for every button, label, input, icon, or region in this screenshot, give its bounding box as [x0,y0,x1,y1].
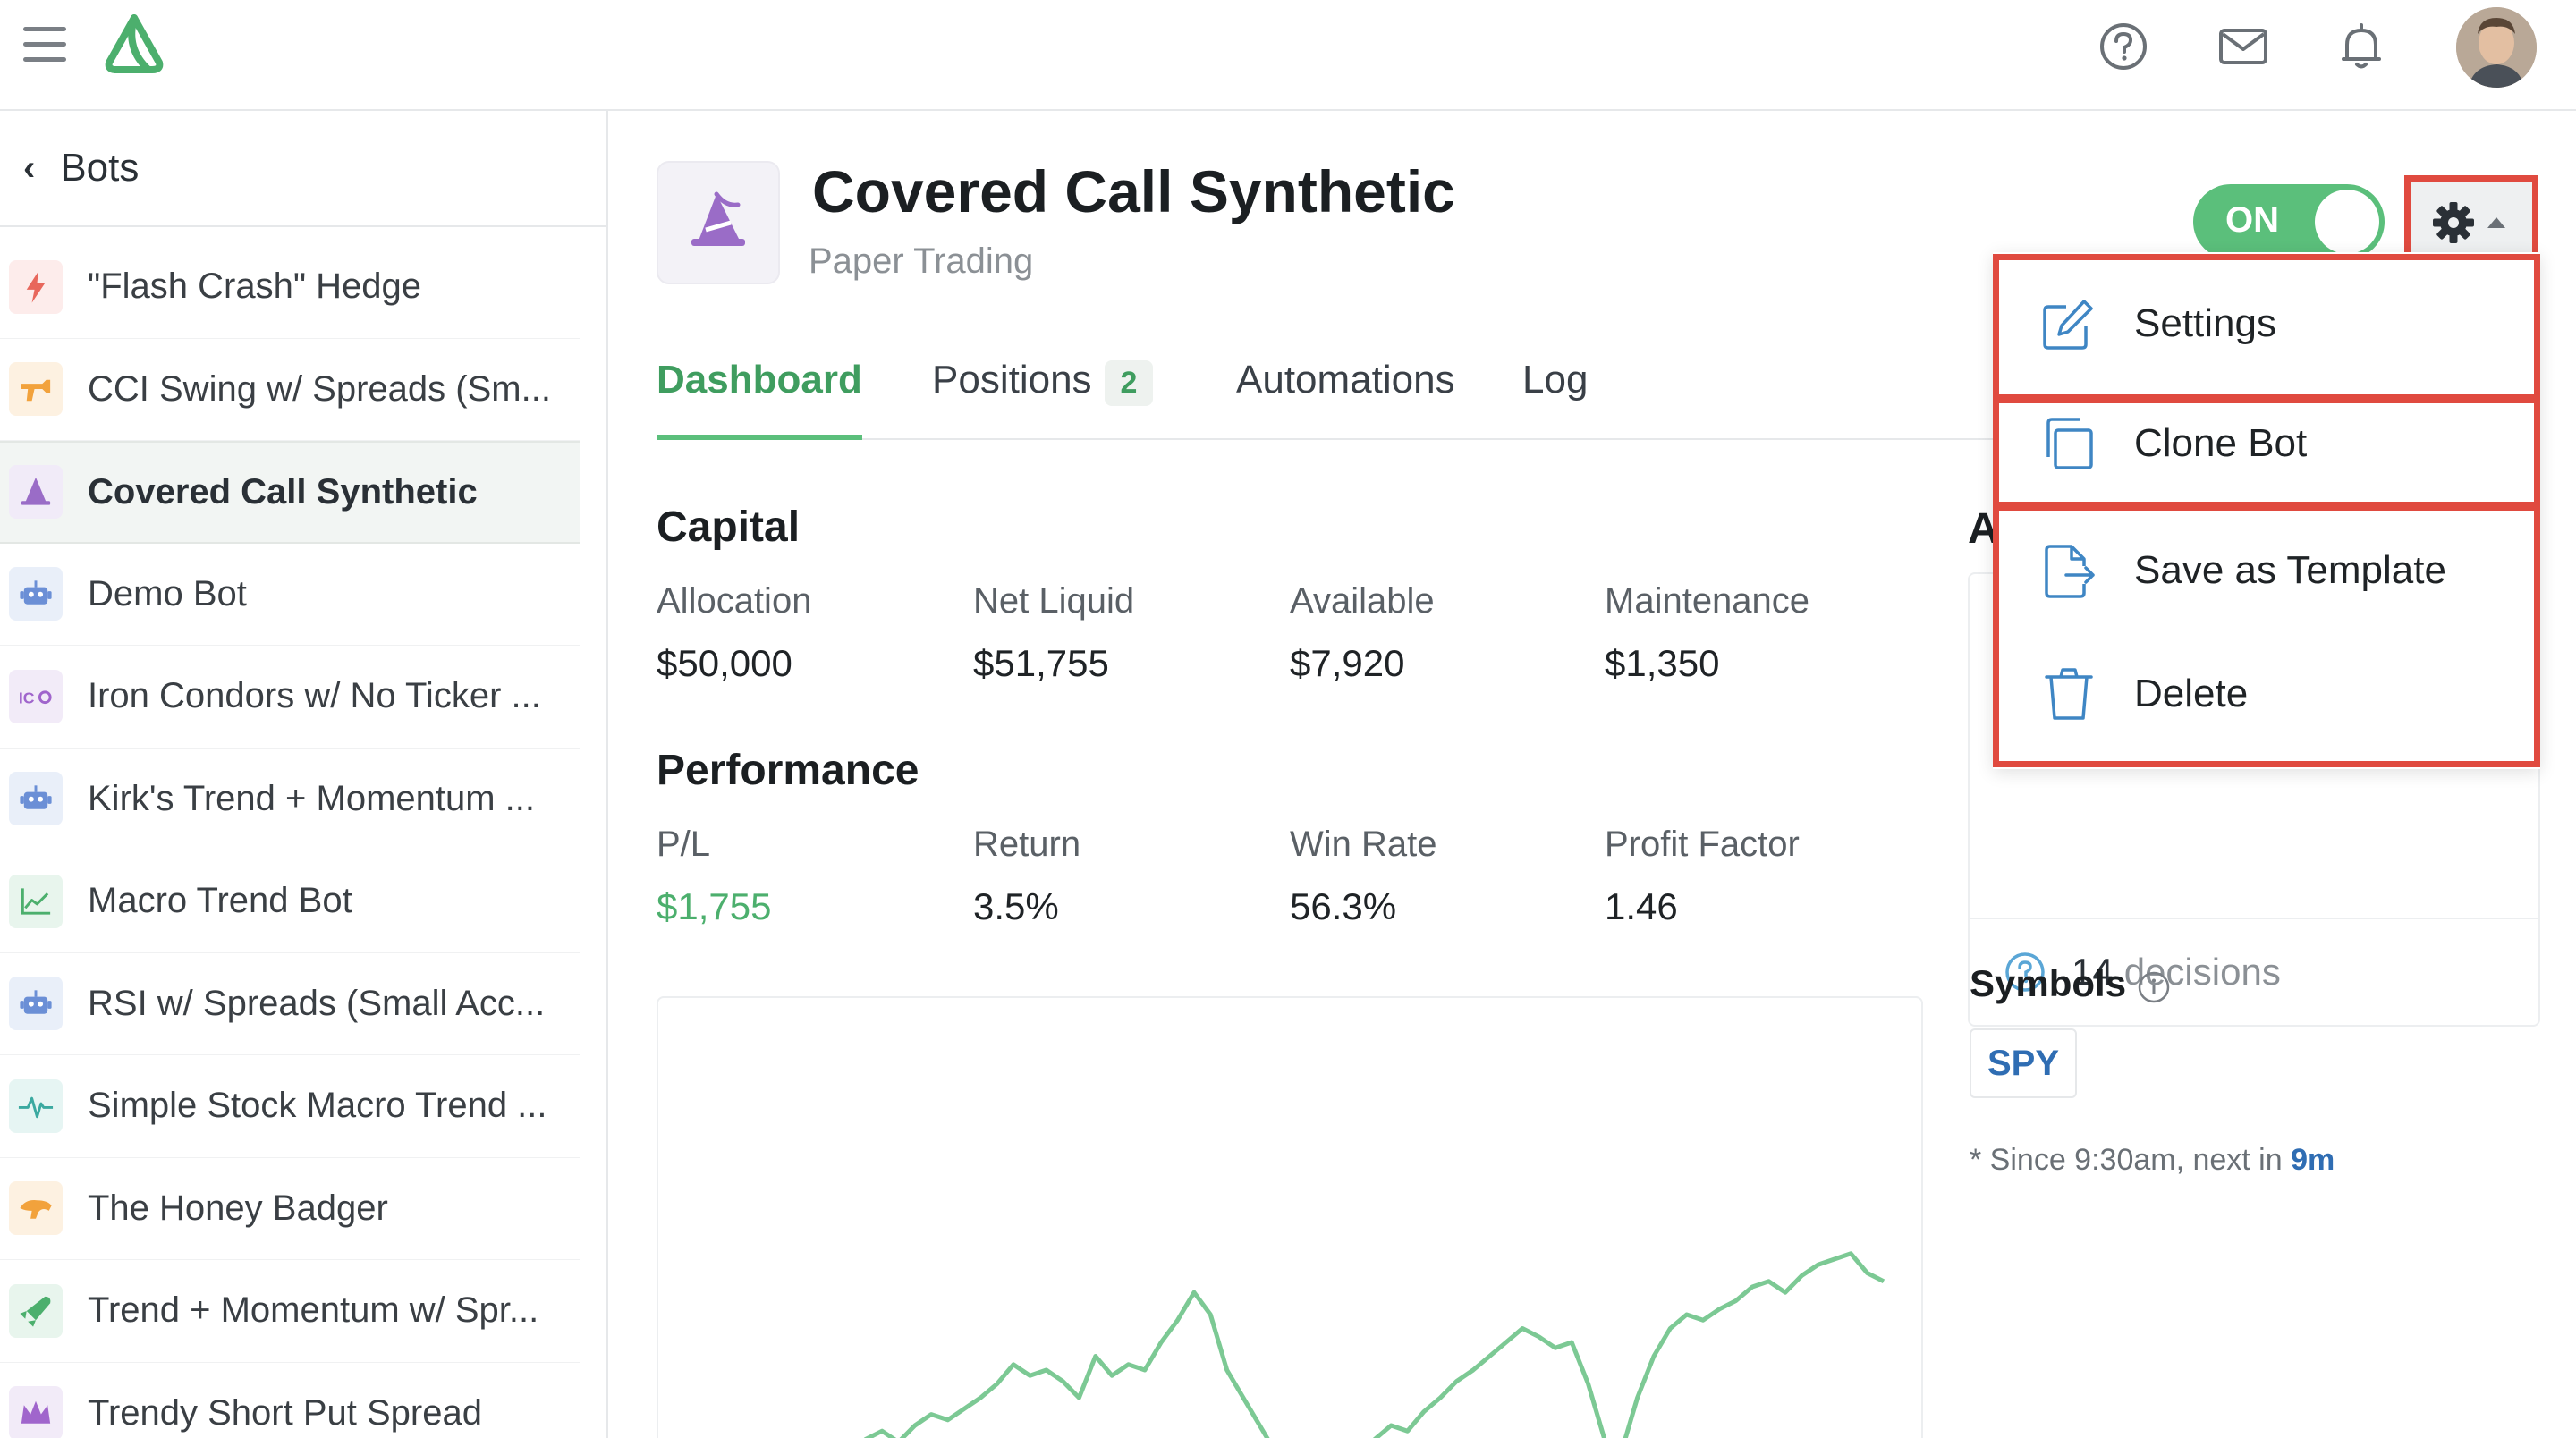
sidebar-bot-item[interactable]: The Honey Badger [0,1158,580,1260]
bot-title: Covered Call Synthetic [812,158,1455,224]
chevron-left-icon: ‹ [23,148,36,188]
help-icon[interactable] [2097,20,2150,73]
menu-item-delete[interactable]: Delete [1993,640,2540,748]
schedule-note: * Since 9:30am, next in 9m [1970,1143,2334,1178]
metric-label: Win Rate [1290,825,1437,864]
since-text: * Since 9:30am, next in [1970,1143,2283,1177]
mail-icon[interactable] [2216,20,2270,73]
chart-svg [863,1251,1885,1438]
sidebar-bot-item[interactable]: Covered Call Synthetic [0,441,580,544]
metric-label: Net Liquid [973,581,1135,621]
sidebar-bot-label: Covered Call Synthetic [88,471,478,512]
sidebar-bot-item[interactable]: Simple Stock Macro Trend ... [0,1055,580,1158]
metric-value: 1.46 [1605,885,1678,927]
logo-icon[interactable] [98,13,170,77]
performance-chart [657,996,1923,1438]
trash-icon [2045,668,2093,720]
export-file-icon [2045,545,2095,598]
sidebar-bot-label: Kirk's Trend + Momentum ... [88,778,536,818]
info-icon[interactable] [2136,969,2172,1005]
badger-icon [9,1181,63,1236]
positions-count-badge: 2 [1104,360,1154,406]
metric-value: $7,920 [1290,642,1405,684]
sidebar-bot-item[interactable]: "Flash Crash" Hedge [0,236,580,339]
line-chart-icon [9,874,63,928]
gear-icon [2433,202,2505,243]
metric-value: 3.5% [973,885,1059,927]
tab-bar: Dashboard Positions 2 Automations Log [657,345,1998,440]
sidebar-bot-item[interactable]: Trendy Short Put Spread [0,1363,580,1438]
sidebar-bot-item[interactable]: IC Iron Condors w/ No Ticker ... [0,646,580,749]
bot-settings-menu: Settings Clone Bot Save as Template Dele… [1993,252,2540,769]
avatar[interactable] [2456,7,2537,88]
sidebar-bot-item[interactable]: Kirk's Trend + Momentum ... [0,749,580,850]
menu-icon[interactable] [23,27,66,66]
sidebar-bot-label: "Flash Crash" Hedge [88,266,422,307]
metric-value: $50,000 [657,642,792,684]
sidebar-bot-item[interactable]: CCI Swing w/ Spreads (Sm... [0,339,580,441]
caret-up-icon [2487,217,2505,228]
tab-log[interactable]: Log [1522,345,1588,440]
bot-list: "Flash Crash" Hedge CCI Swing w/ Spreads … [0,236,580,1438]
tab-automations[interactable]: Automations [1236,345,1455,440]
sidebar-bot-label: RSI w/ Spreads (Small Acc... [88,983,546,1023]
symbols-heading: Symbols [1970,962,2127,1004]
sidebar-bot-label: Simple Stock Macro Trend ... [88,1086,547,1126]
menu-item-settings[interactable]: Settings [1993,266,2540,381]
wizard-hat-icon [9,465,63,520]
edit-icon [2043,300,2093,350]
bot-on-toggle[interactable]: ON [2193,184,2385,259]
metric-value: $51,755 [973,642,1109,684]
metric-label: Return [973,825,1081,864]
performance-heading: Performance [657,747,919,794]
bots-sidebar: ‹ Bots "Flash Crash" Hedge CCI Swing w/ S… [0,111,608,1438]
toggle-label: ON [2225,200,2279,240]
metric-label: Maintenance [1605,581,1810,621]
metric-label: Profit Factor [1605,825,1800,864]
robot-icon [9,772,63,826]
tab-positions[interactable]: Positions 2 [932,345,1154,440]
crown-icon [9,1386,63,1438]
wizard-hat-icon [657,161,780,284]
rocket-icon [9,1283,63,1338]
toggle-knob [2315,190,2379,254]
bell-icon[interactable] [2334,20,2388,73]
pl-value: $1,755 [657,885,772,927]
sidebar-bot-label: Macro Trend Bot [88,881,352,921]
sidebar-bot-label: CCI Swing w/ Spreads (Sm... [88,368,551,409]
svg-text:IC: IC [19,689,35,706]
top-bar [0,0,2576,111]
symbol-chip-spy[interactable]: SPY [1970,1028,2077,1098]
ray-gun-icon [9,362,63,417]
metric-label: Allocation [657,581,812,621]
sidebar-bot-item[interactable]: Macro Trend Bot [0,850,580,953]
pl-series-line [863,1251,1885,1438]
metric-value: $1,350 [1605,642,1720,684]
bot-subtitle: Paper Trading [809,241,1034,281]
robot-icon [9,977,63,1031]
tab-dashboard[interactable]: Dashboard [657,345,862,440]
sidebar-bot-label: Trend + Momentum w/ Spr... [88,1290,539,1331]
copy-icon [2046,418,2093,469]
next-run-time: 9m [2291,1143,2335,1177]
lightning-icon [9,259,63,314]
metric-label: Available [1290,581,1435,621]
menu-item-clone-bot[interactable]: Clone Bot [1993,395,2540,492]
robot-icon [9,567,63,622]
sidebar-bot-label: Iron Condors w/ No Ticker ... [88,676,541,716]
condor-icon: IC [9,669,63,723]
menu-item-save-as-template[interactable]: Save as Template [1993,517,2540,624]
sidebar-bot-label: The Honey Badger [88,1188,388,1228]
capital-heading: Capital [657,503,801,551]
sidebar-bot-item[interactable]: Demo Bot [0,544,580,646]
metric-label: P/L [657,825,711,864]
pulse-icon [9,1078,63,1133]
sidebar-bot-item[interactable]: Trend + Momentum w/ Spr... [0,1260,580,1363]
sidebar-bot-item[interactable]: RSI w/ Spreads (Small Acc... [0,953,580,1055]
metric-value: 56.3% [1290,885,1397,927]
back-label: Bots [60,146,140,190]
sidebar-bot-label: Trendy Short Put Spread [88,1392,482,1433]
back-to-bots-link[interactable]: ‹ Bots [0,111,606,227]
sidebar-bot-label: Demo Bot [88,573,247,613]
